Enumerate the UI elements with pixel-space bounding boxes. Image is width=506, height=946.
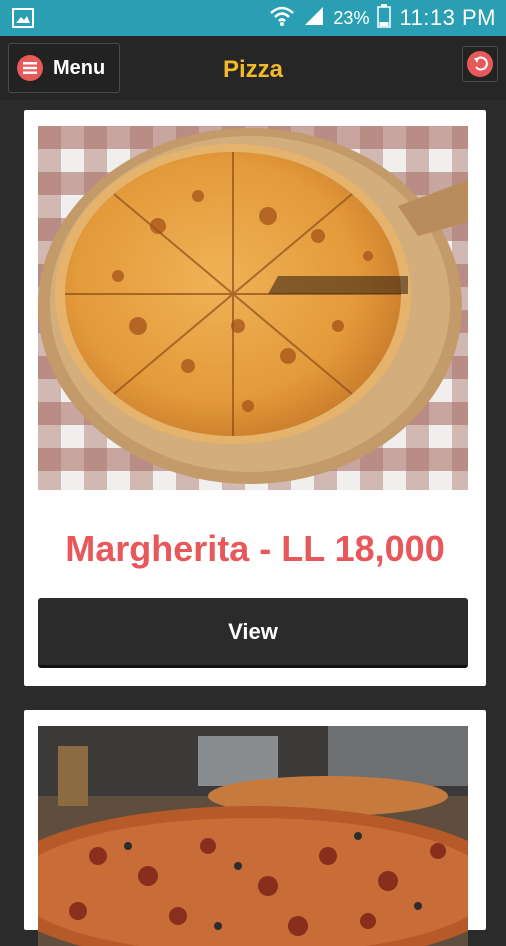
app-header: Menu	[0, 36, 506, 100]
menu-button[interactable]: Menu	[8, 43, 120, 93]
pizza-photo	[38, 726, 468, 946]
signal-icon	[303, 5, 325, 32]
product-card: Margherita - LL 18,000 View	[24, 110, 486, 686]
back-button[interactable]	[462, 46, 498, 82]
menu-label: Menu	[53, 56, 106, 79]
battery-percent: 23%	[333, 7, 370, 28]
view-button[interactable]: View	[38, 598, 468, 668]
status-bar: 23% 11:13 PM	[0, 0, 506, 36]
gallery-icon	[12, 8, 34, 28]
back-icon	[467, 51, 493, 77]
item-title: Margherita - LL 18,000	[65, 528, 445, 569]
battery-icon	[377, 3, 392, 33]
pizza-photo	[38, 126, 468, 490]
hamburger-icon	[17, 55, 43, 81]
product-card	[24, 710, 486, 946]
clock: 11:13 PM	[399, 5, 496, 30]
wifi-icon	[269, 5, 295, 32]
